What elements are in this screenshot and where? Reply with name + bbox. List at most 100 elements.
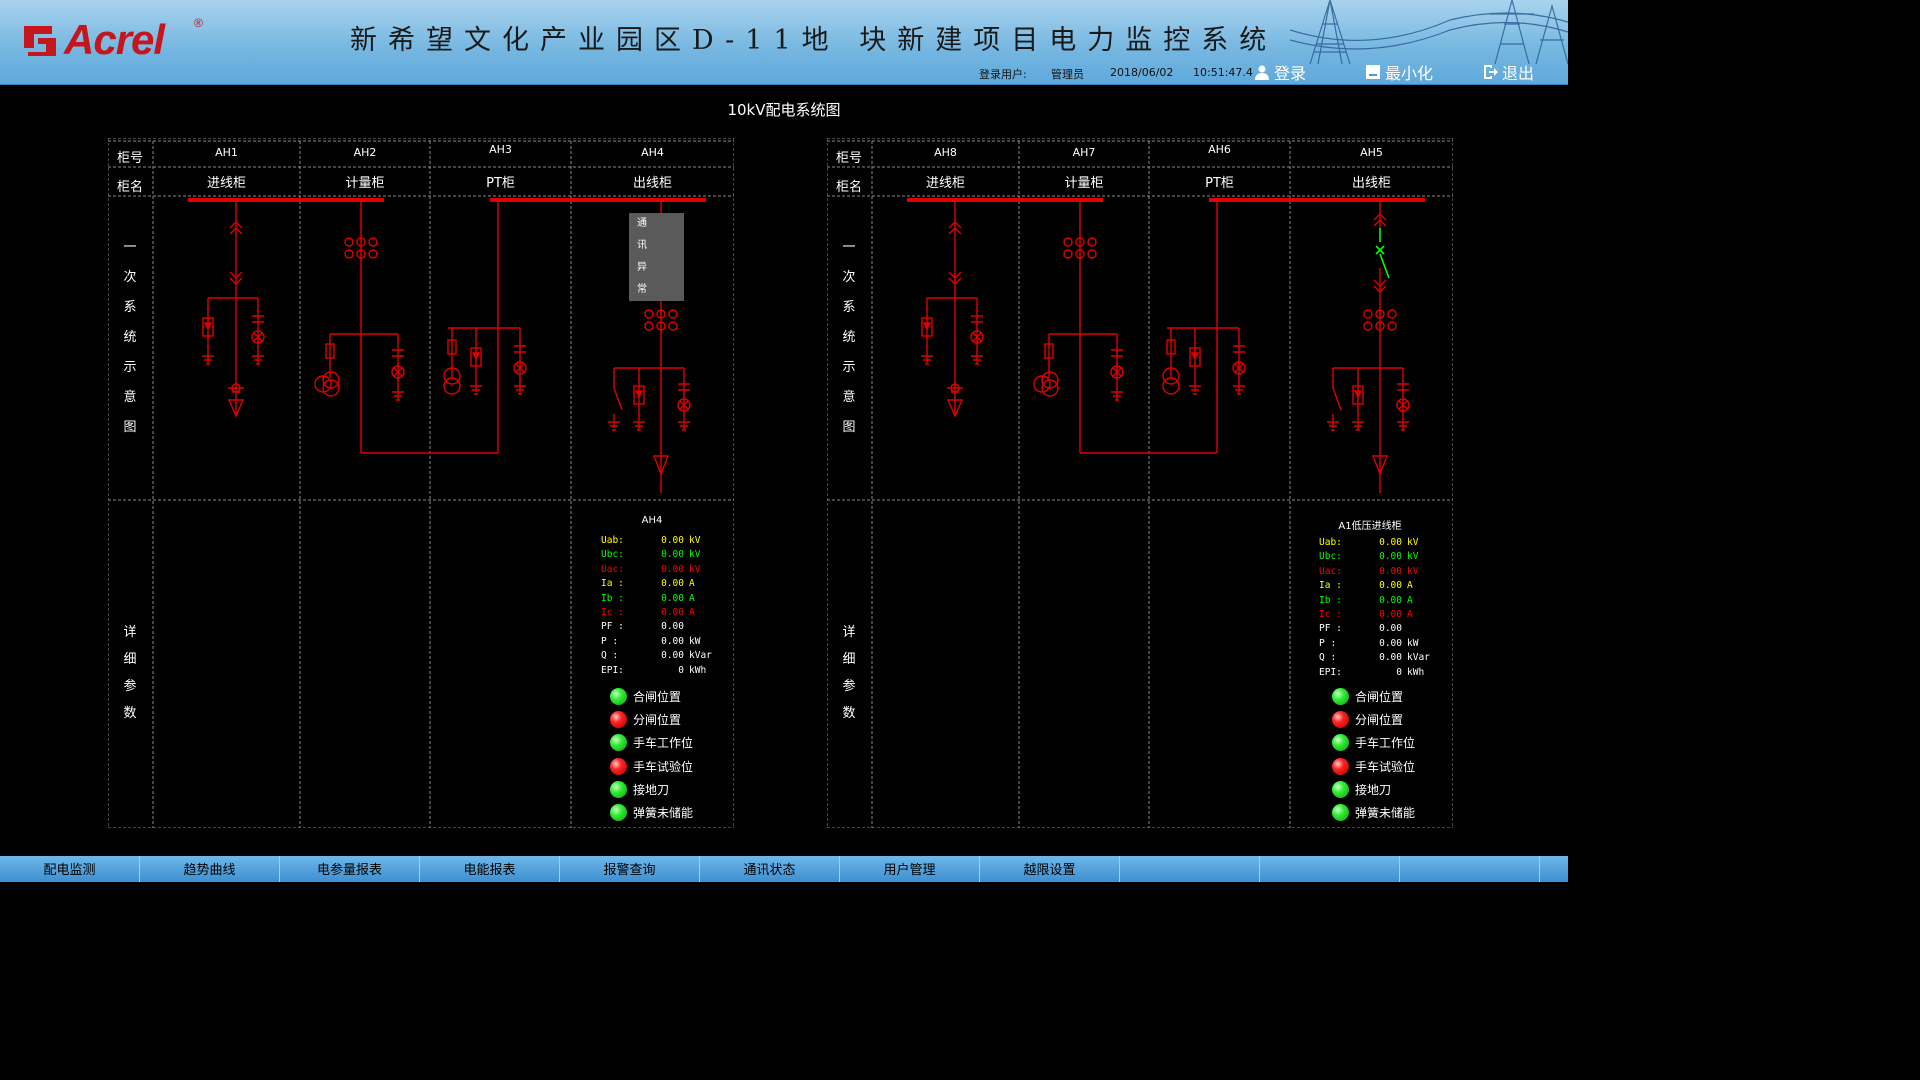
param-unit: kWh	[689, 664, 707, 676]
comm-error-box[interactable]: 通讯异常	[629, 213, 684, 301]
current-time: 10:51:47.4	[1193, 66, 1253, 79]
param-key: Ubc:	[601, 549, 624, 561]
param-key: P :	[1319, 637, 1337, 649]
login-button[interactable]: 登录	[1254, 62, 1306, 83]
nav-item[interactable]: 电参量报表	[280, 856, 420, 882]
cabinet-name[interactable]: 出线柜	[1352, 172, 1391, 191]
switchgear-panel-right: 柜号 柜名 AH8 进线柜 AH7 计量柜 AH6 PT柜 AH5 出线柜一次系统示意图详细参数 A…	[827, 138, 1453, 828]
param-key: Ubc:	[1319, 551, 1342, 563]
status-label: 接地刀	[1355, 782, 1392, 797]
param-unit: kVar	[689, 650, 712, 662]
nav-item[interactable]: 越限设置	[980, 856, 1120, 882]
param-key: Ic :	[1319, 608, 1342, 620]
primary-label-char: 一	[842, 240, 856, 255]
nav-item[interactable]: 报警查询	[560, 856, 700, 882]
exit-button[interactable]: 退出	[1482, 62, 1534, 83]
status-row: 手车工作位	[1332, 731, 1415, 754]
nav-item-empty	[1260, 856, 1400, 882]
power-tower-icon	[1290, 0, 1568, 64]
comm-error-char: 异	[637, 262, 647, 273]
param-unit: kV	[1407, 537, 1419, 548]
params-title: AH4	[641, 515, 663, 526]
details-label-char: 数	[842, 706, 856, 721]
param-value: 0.00	[1379, 565, 1402, 577]
nav-item-empty	[1120, 856, 1260, 882]
green-indicator-icon	[610, 734, 627, 752]
param-value: 0.00	[661, 578, 684, 590]
cabinet-no: AH5	[1360, 146, 1383, 159]
acrel-logo-mark-icon	[24, 26, 56, 56]
cabinet-name[interactable]: PT柜	[486, 172, 515, 191]
details-label-char: 细	[842, 652, 856, 667]
header-bar: Acrel ® 新希望文化产业园区D-11地 块新建项目电力监控系统 登录用户:…	[0, 0, 1568, 85]
param-row: EPI: 0 kWh	[1319, 667, 1449, 681]
param-unit: kV	[1407, 551, 1419, 563]
closed-switch-icon	[1375, 228, 1390, 279]
param-row: Uac: 0.00 kV	[601, 564, 731, 578]
primary-label-char: 次	[123, 270, 137, 285]
primary-label-char: 示	[123, 360, 137, 375]
cabinet-name[interactable]: 计量柜	[1064, 172, 1103, 191]
green-indicator-icon	[610, 688, 627, 706]
primary-label-char: 意	[123, 390, 137, 405]
status-row: 合闸位置	[1332, 685, 1415, 708]
status-row: 手车试验位	[610, 755, 693, 778]
status-row: 接地刀	[1332, 778, 1415, 801]
single-line-diagram	[907, 198, 1425, 493]
param-unit: kV	[1407, 565, 1419, 577]
param-key: P :	[601, 635, 619, 647]
details-label: 详细参数	[839, 619, 859, 727]
param-key: Ic :	[601, 606, 624, 618]
param-key: Uac:	[601, 563, 624, 575]
param-value: 0.00	[661, 635, 684, 647]
cabinet-name[interactable]: PT柜	[1205, 172, 1234, 191]
comm-error-char: 讯	[637, 240, 647, 251]
param-unit: A	[1407, 608, 1413, 620]
details-label-char: 细	[123, 652, 137, 667]
param-key: Ib :	[601, 592, 624, 604]
nav-item[interactable]: 通讯状态	[700, 856, 840, 882]
primary-label-char: 系	[842, 300, 856, 315]
red-indicator-icon	[610, 711, 627, 729]
page-title: 10kV配电系统图	[727, 101, 841, 119]
param-value: 0.00	[1379, 623, 1402, 635]
cabinet-no: AH1	[215, 146, 238, 159]
user-icon	[1255, 65, 1269, 80]
param-value: 0	[678, 664, 684, 676]
primary-diagram-label: 一次系统示意图	[120, 233, 140, 443]
cabinet-name[interactable]: 进线柜	[207, 172, 246, 191]
param-key: Uac:	[1319, 565, 1342, 577]
param-value: 0.00	[1379, 580, 1402, 592]
details-label-char: 详	[842, 625, 856, 640]
param-key: PF :	[601, 621, 624, 633]
primary-label-char: 统	[842, 330, 856, 345]
green-indicator-icon	[1332, 780, 1349, 798]
red-indicator-icon	[610, 757, 627, 775]
nav-item[interactable]: 趋势曲线	[140, 856, 280, 882]
user-name: 管理员	[1051, 68, 1084, 81]
comm-error-char: 通	[637, 218, 647, 229]
cabinet-name[interactable]: 进线柜	[926, 172, 965, 191]
primary-label-char: 系	[123, 300, 137, 315]
param-row: Ia : 0.00 A	[1319, 580, 1449, 594]
param-row: EPI: 0 kWh	[601, 665, 731, 679]
param-key: Uab:	[1319, 537, 1342, 548]
param-row: Ia : 0.00 A	[601, 578, 731, 592]
nav-item[interactable]: 用户管理	[840, 856, 980, 882]
status-row: 弹簧未储能	[610, 801, 693, 824]
cabinet-name[interactable]: 出线柜	[633, 172, 672, 191]
comm-error-char: 常	[637, 284, 647, 295]
nav-item[interactable]: 配电监测	[0, 856, 140, 882]
cabinet-no-label: 柜号	[116, 151, 144, 166]
status-label: 合闸位置	[633, 690, 682, 705]
cabinet-name[interactable]: 计量柜	[345, 172, 384, 191]
status-row: 弹簧未储能	[1332, 801, 1415, 824]
param-row: Ib : 0.00 A	[1319, 595, 1449, 609]
primary-label-char: 次	[842, 270, 856, 285]
param-key: PF :	[1319, 623, 1342, 635]
status-label: 接地刀	[633, 782, 670, 797]
minimize-button[interactable]: 最小化	[1365, 62, 1433, 83]
param-unit: kV	[689, 549, 701, 561]
param-unit: A	[689, 592, 695, 604]
nav-item[interactable]: 电能报表	[420, 856, 560, 882]
